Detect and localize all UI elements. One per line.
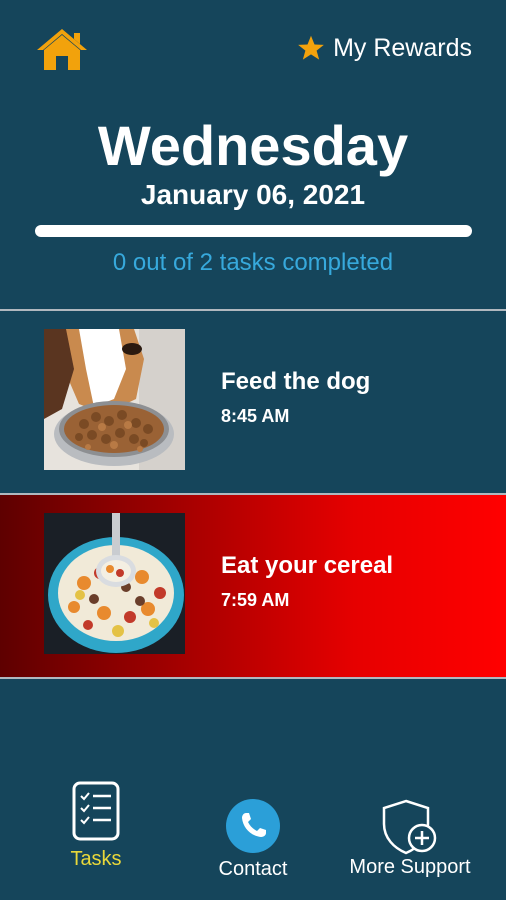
shield-plus-icon: [382, 799, 437, 855]
progress-text: 0 out of 2 tasks completed: [112, 249, 394, 276]
nav-tasks-label: Tasks: [70, 848, 122, 870]
nav-more-support[interactable]: More Support: [340, 780, 480, 879]
date-text: January 06, 2021: [140, 179, 366, 210]
nav-more-support-label: More Support: [349, 856, 471, 878]
top-bar: My Rewards: [0, 0, 506, 100]
day-title: Wednesday: [97, 114, 409, 177]
star-icon: [298, 35, 324, 60]
app-screen: My Rewards Wednesday January 06, 2021 0 …: [0, 0, 506, 900]
task-progress-bar: [35, 225, 472, 237]
my-rewards-button[interactable]: My Rewards: [297, 31, 472, 65]
home-icon: [37, 29, 87, 70]
cereal-bowl-image: [44, 513, 185, 654]
dog-eating-kibble-image: [44, 329, 185, 470]
nav-contact[interactable]: Contact: [203, 780, 303, 881]
nav-contact-label: Contact: [218, 858, 288, 880]
task-title: Eat your cereal: [221, 552, 394, 579]
home-button[interactable]: [34, 26, 90, 72]
checklist-icon: [72, 781, 120, 841]
task-title: Feed the dog: [221, 368, 371, 395]
phone-icon: [226, 799, 280, 853]
task-row-eat-cereal[interactable]: Eat your cereal 7:59 AM: [0, 495, 506, 677]
my-rewards-label: My Rewards: [333, 33, 472, 62]
task-time: 7:59 AM: [221, 590, 290, 610]
bottom-navigation: Tasks Contact More Support: [0, 780, 506, 900]
task-row-feed-dog[interactable]: Feed the dog 8:45 AM: [0, 311, 506, 493]
divider: [0, 677, 506, 679]
task-time: 8:45 AM: [221, 406, 290, 426]
nav-tasks[interactable]: Tasks: [56, 780, 136, 871]
